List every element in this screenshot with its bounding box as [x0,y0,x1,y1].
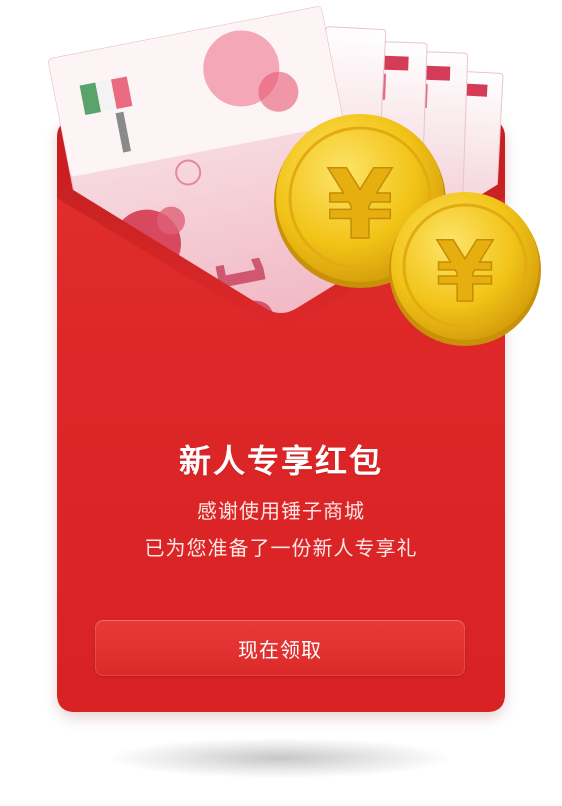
packet-message-line-1: 感谢使用锤子商城 [197,499,365,523]
packet-message-line-2: 已为您准备了一份新人专享礼 [144,536,418,560]
claim-now-button[interactable]: 现在领取 [95,620,465,676]
packet-content: 新人专享红包 感谢使用锤子商城 已为您准备了一份新人专享礼 现在领取 [57,118,505,712]
red-packet-popup: 100 ¥ [0,0,562,806]
packet-title: 新人专享红包 [178,442,383,480]
